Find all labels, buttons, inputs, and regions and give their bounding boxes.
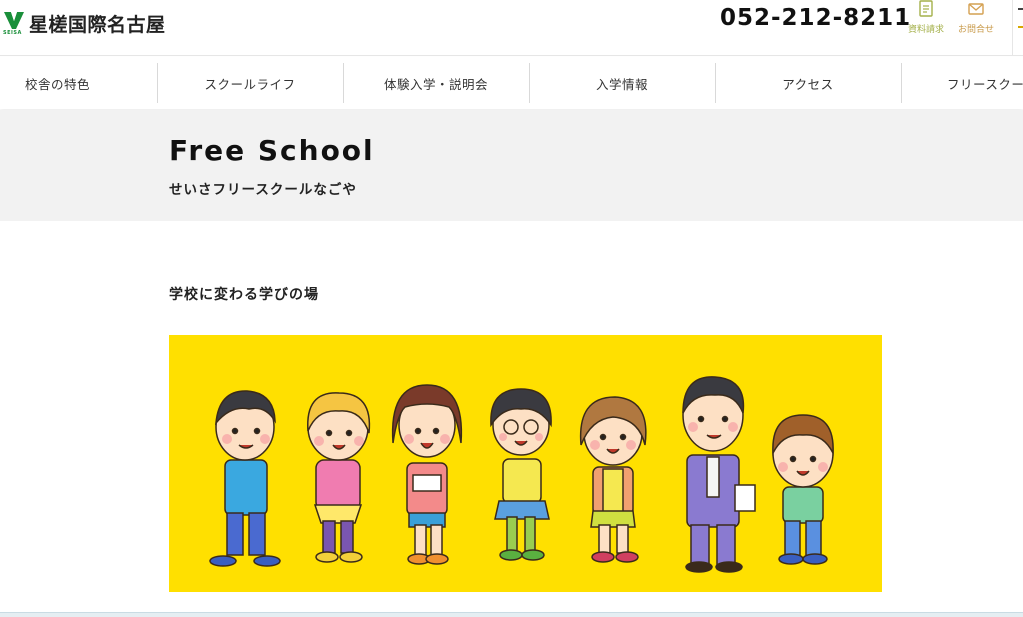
site-logo[interactable]: SEISA 星槎国際名古屋 <box>3 10 166 37</box>
phone-number[interactable]: 052-212-8211 <box>720 5 911 31</box>
character-girl-pink <box>307 392 371 563</box>
nav-item-access[interactable]: アクセス <box>715 57 901 109</box>
nav-item-features[interactable]: 校舎の特色 <box>0 57 157 109</box>
logo-name: 星槎国際名古屋 <box>29 14 166 36</box>
contact-label: お問合せ <box>957 25 994 35</box>
page-title: Free School <box>169 134 375 167</box>
page-hero: Free School せいさフリースクールなごや <box>0 110 1023 221</box>
menu-icon-accent <box>1018 26 1023 28</box>
main-nav: 校舎の特色 スクールライフ 体験入学・説明会 入学情報 アクセス フリースクー <box>0 57 1023 109</box>
seisa-logo-icon: SEISA <box>3 11 25 37</box>
children-illustration <box>169 335 882 592</box>
request-materials-button[interactable]: 資料請求 <box>904 0 948 35</box>
nav-item-free-school[interactable]: フリースクー <box>901 57 1023 109</box>
document-icon <box>904 0 948 20</box>
character-girl-book <box>391 384 463 565</box>
character-boy-blue <box>209 390 281 567</box>
character-girl-glasses <box>490 388 552 561</box>
section-heading: 学校に変わる学びの場 <box>169 287 319 303</box>
site-header: SEISA 星槎国際名古屋 052-212-8211 資料請求 お問合せ <box>0 0 1023 56</box>
logo-sub-text: SEISA <box>3 29 22 36</box>
request-materials-label: 資料請求 <box>907 25 944 35</box>
nav-item-admission[interactable]: 入学情報 <box>529 57 715 109</box>
menu-icon <box>1018 8 1023 10</box>
character-teacher <box>682 376 756 573</box>
nav-item-open-campus[interactable]: 体験入学・説明会 <box>343 57 529 109</box>
menu-toggle-button[interactable] <box>1012 0 1023 56</box>
character-boy-small <box>772 414 834 565</box>
page-subtitle: せいさフリースクールなごや <box>169 182 357 198</box>
mail-icon <box>954 0 998 20</box>
character-girl-vest <box>579 396 647 563</box>
nav-item-school-life[interactable]: スクールライフ <box>157 57 343 109</box>
contact-button[interactable]: お問合せ <box>954 0 998 35</box>
section-divider <box>0 612 1023 617</box>
